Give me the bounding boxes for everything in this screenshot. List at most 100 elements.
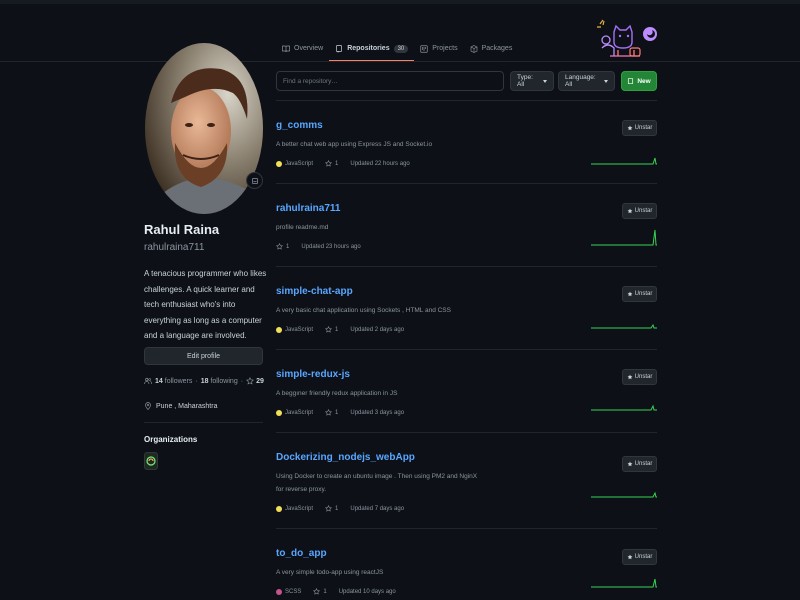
- repo-name-link[interactable]: Dockerizing_nodejs_webApp: [276, 452, 415, 463]
- repo-language: SCSS: [285, 588, 302, 595]
- repo-stars[interactable]: 1: [323, 589, 326, 595]
- tab-label: Overview: [294, 45, 324, 52]
- repo-icon: [628, 77, 634, 84]
- repo-stars[interactable]: 1: [335, 161, 338, 167]
- star-icon: [325, 409, 332, 416]
- unstar-label: Unstar: [634, 374, 653, 380]
- people-icon: [144, 377, 152, 385]
- repo-name-link[interactable]: rahulraina711: [276, 203, 340, 214]
- type-filter-dropdown[interactable]: Type: All: [510, 71, 554, 91]
- activity-sparkline: [591, 404, 657, 411]
- tabbar-divider: [0, 61, 800, 62]
- language-color-dot: [276, 588, 282, 595]
- followers-label: followers: [164, 377, 193, 385]
- location-pin-icon: [145, 402, 151, 410]
- repo-icon: [335, 44, 343, 53]
- repo-stars[interactable]: 1: [286, 244, 289, 250]
- repo-description: Using Docker to create an ubuntu image .…: [276, 473, 478, 493]
- followers-count: 14: [155, 377, 163, 385]
- avatar[interactable]: [145, 43, 263, 214]
- star-filled-icon: [627, 208, 633, 214]
- repo-updated: Updated 3 days ago: [350, 409, 405, 416]
- repo-item: simple-chat-app A very basic chat applic…: [276, 286, 657, 346]
- unstar-button[interactable]: Unstar: [622, 203, 657, 219]
- repo-updated: Updated 7 days ago: [350, 505, 405, 512]
- repo-stars[interactable]: 1: [335, 506, 338, 512]
- unstar-label: Unstar: [634, 461, 653, 467]
- repo-name-link[interactable]: to_do_app: [276, 548, 327, 559]
- repo-count-badge: 30: [393, 44, 409, 53]
- stars-count: 29: [256, 377, 264, 385]
- unstar-button[interactable]: Unstar: [622, 286, 657, 302]
- star-icon: [325, 160, 332, 167]
- unstar-label: Unstar: [634, 125, 653, 131]
- repo-stars[interactable]: 1: [335, 327, 338, 333]
- repo-search-input[interactable]: [276, 71, 504, 91]
- dropdown-label: Type: All: [517, 74, 533, 88]
- repo-divider: [276, 528, 657, 529]
- tab-projects[interactable]: Projects: [414, 36, 463, 61]
- repo-item: rahulraina711 profile readme.md 1 Update…: [276, 203, 657, 263]
- repo-divider: [276, 432, 657, 433]
- repo-description: A beggıner friendly redux application in…: [276, 390, 398, 397]
- tab-label: Packages: [481, 45, 513, 52]
- star-filled-icon: [627, 291, 633, 297]
- star-icon: [276, 243, 283, 250]
- unstar-label: Unstar: [634, 554, 653, 560]
- repo-updated: Updated 22 hours ago: [350, 160, 410, 167]
- language-color-dot: [276, 160, 282, 167]
- edit-profile-button[interactable]: Edit profile: [144, 347, 263, 365]
- star-filled-icon: [627, 461, 633, 467]
- profile-location: Pune , Maharashtra: [144, 402, 217, 410]
- repo-name-link[interactable]: simple-chat-app: [276, 286, 353, 297]
- stars-link[interactable]: 29: [246, 377, 264, 385]
- repo-language: JavaScript: [285, 326, 314, 333]
- book-icon: [282, 45, 290, 53]
- following-label: following: [210, 377, 238, 385]
- unstar-button[interactable]: Unstar: [622, 369, 657, 385]
- activity-sparkline: [591, 157, 657, 165]
- octocat-illustration-icon: [597, 19, 657, 57]
- profile-bio: A tenacious programmer who likes challen…: [144, 269, 267, 340]
- followers-link[interactable]: 14 followers: [155, 378, 192, 385]
- unstar-button[interactable]: Unstar: [622, 549, 657, 565]
- separator-dot: ·: [240, 377, 244, 385]
- following-count: 18: [200, 377, 209, 385]
- new-repository-button[interactable]: New: [621, 71, 657, 91]
- organization-avatar[interactable]: [144, 452, 158, 470]
- star-filled-icon: [627, 554, 633, 560]
- repo-updated: Updated 2 days ago: [350, 326, 405, 333]
- unstar-label: Unstar: [634, 208, 653, 214]
- tab-repositories[interactable]: Repositories 30: [329, 36, 415, 62]
- activity-sparkline: [591, 323, 657, 329]
- repo-stars[interactable]: 1: [335, 410, 338, 416]
- repo-language: JavaScript: [285, 505, 314, 512]
- follow-stats: 14 followers · 18 following · 29: [144, 377, 264, 385]
- repo-description: profile readme.md: [276, 224, 329, 231]
- top-header-strip: [0, 0, 800, 4]
- tab-packages[interactable]: Packages: [464, 36, 519, 61]
- status-emoji-button[interactable]: [246, 172, 263, 189]
- activity-sparkline: [591, 229, 657, 246]
- repo-name-link[interactable]: g_comms: [276, 120, 323, 131]
- tab-label: Repositories: [347, 45, 390, 52]
- profile-full-name: Rahul Raina: [144, 222, 220, 237]
- following-link[interactable]: 18 following: [201, 378, 238, 385]
- new-button-label: New: [637, 77, 651, 85]
- language-color-dot: [276, 409, 282, 416]
- unstar-button[interactable]: Unstar: [622, 456, 657, 472]
- activity-sparkline: [591, 578, 657, 588]
- organizations-heading: Organizations: [144, 435, 198, 444]
- unstar-button[interactable]: Unstar: [622, 120, 657, 136]
- repo-item: to_do_app A very simple todo-app using r…: [276, 548, 657, 600]
- tab-overview[interactable]: Overview: [282, 36, 329, 61]
- repo-meta: JavaScript 1 Updated 2 days ago: [276, 326, 404, 333]
- separator-dot: ·: [195, 377, 198, 385]
- star-icon: [313, 588, 321, 595]
- repo-divider: [276, 266, 657, 267]
- repo-meta: JavaScript 1 Updated 7 days ago: [276, 505, 404, 512]
- language-filter-dropdown[interactable]: Language: All: [558, 71, 615, 91]
- location-text: Pune , Maharashtra: [156, 402, 218, 410]
- repo-name-link[interactable]: simple-redux-js: [276, 369, 350, 380]
- repo-item: g_comms A better chat web app using Expr…: [276, 120, 657, 180]
